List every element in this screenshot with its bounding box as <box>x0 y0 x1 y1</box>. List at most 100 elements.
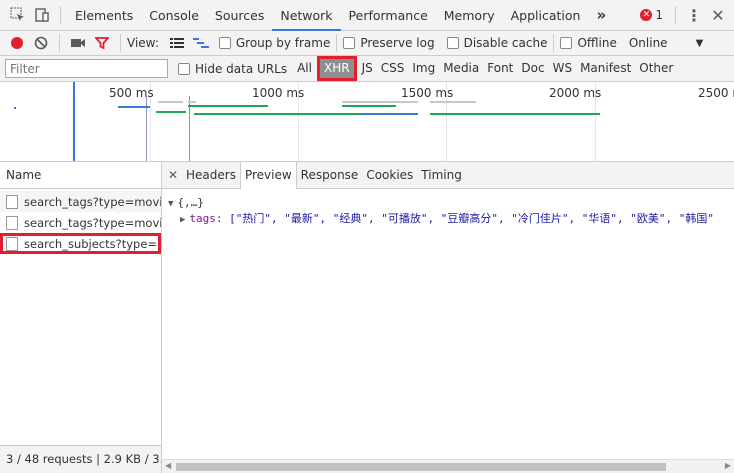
scroll-right-icon[interactable]: ▶ <box>725 461 731 470</box>
scroll-left-icon[interactable]: ◀ <box>165 461 171 470</box>
request-bar <box>188 101 196 103</box>
group-by-frame-checkbox[interactable]: Group by frame <box>218 36 330 50</box>
checkbox[interactable] <box>343 37 356 49</box>
tick-label: 1000 ms <box>252 86 305 100</box>
tab-headers[interactable]: Headers <box>182 162 240 189</box>
filter-bar: Hide data URLs All XHR JS CSS Img Media … <box>0 56 734 82</box>
error-count: 1 <box>655 8 663 22</box>
view-label: View: <box>127 36 159 50</box>
tab-performance[interactable]: Performance <box>341 0 436 31</box>
tab-preview[interactable]: Preview <box>239 161 297 189</box>
request-bar <box>342 105 396 107</box>
filter-type-all[interactable]: All <box>293 59 316 78</box>
waterfall-overview-icon[interactable] <box>189 31 213 55</box>
clear-icon[interactable] <box>29 31 53 55</box>
tick-label: 2000 ms <box>549 86 602 100</box>
request-row[interactable]: search_tags?type=movi... <box>0 191 161 212</box>
large-rows-icon[interactable] <box>165 31 189 55</box>
json-property[interactable]: ▶ tags: ["热门", "最新", "经典", "可播放", "豆瓣高分",… <box>168 211 734 227</box>
inspect-element-icon[interactable] <box>6 3 30 27</box>
request-list: Name search_tags?type=movi... search_tag… <box>0 162 162 473</box>
checkbox[interactable] <box>446 37 459 49</box>
filter-type-other[interactable]: Other <box>635 59 677 78</box>
collapsed-triangle-icon[interactable]: ▶ <box>180 215 185 225</box>
disable-cache-checkbox[interactable]: Disable cache <box>446 36 547 50</box>
more-tabs-button[interactable]: » <box>588 0 614 31</box>
tab-application[interactable]: Application <box>503 0 589 31</box>
name-column-header[interactable]: Name <box>0 162 161 189</box>
file-icon <box>6 194 18 209</box>
file-icon <box>6 215 18 230</box>
close-detail-icon[interactable]: ✕ <box>164 163 182 187</box>
network-toolbar: View: Group by frame Preserve log Disabl… <box>0 31 734 56</box>
request-bar <box>362 113 418 115</box>
filter-type-doc[interactable]: Doc <box>517 59 548 78</box>
horizontal-scrollbar[interactable]: ◀ ▶ <box>162 459 734 473</box>
request-bar <box>158 101 183 103</box>
json-root[interactable]: ▼ {,…} <box>168 195 734 211</box>
request-row-selected[interactable]: search_subjects?type=... <box>0 233 161 254</box>
request-bar <box>342 101 418 103</box>
tab-elements[interactable]: Elements <box>67 0 141 31</box>
devtools-tabbar: Elements Console Sources Network Perform… <box>0 0 734 31</box>
checkbox[interactable] <box>218 37 231 49</box>
filter-type-css[interactable]: CSS <box>377 59 409 78</box>
request-bar <box>188 105 268 107</box>
request-bar <box>14 107 16 109</box>
tab-memory[interactable]: Memory <box>436 0 503 31</box>
throttling-select[interactable]: Online ▼ <box>629 36 703 50</box>
detail-tabbar: ✕ Headers Preview Response Cookies Timin… <box>162 161 734 189</box>
request-bar <box>430 113 600 115</box>
timeline-overview[interactable]: 500 ms 1000 ms 1500 ms 2000 ms 2500 r <box>0 82 734 162</box>
divider <box>120 34 121 52</box>
status-summary: 3 / 48 requests | 2.9 KB / 3... <box>0 445 161 473</box>
divider <box>59 34 60 52</box>
filter-type-font[interactable]: Font <box>483 59 517 78</box>
tab-timing[interactable]: Timing <box>417 162 466 189</box>
tab-console[interactable]: Console <box>141 0 207 31</box>
chevron-down-icon: ▼ <box>695 37 704 49</box>
tab-cookies[interactable]: Cookies <box>362 162 417 189</box>
offline-checkbox[interactable]: Offline <box>560 36 617 50</box>
expanded-triangle-icon[interactable]: ▼ <box>168 199 173 209</box>
error-counter[interactable]: ✕ 1 <box>640 8 663 22</box>
filter-type-xhr[interactable]: XHR <box>317 56 357 81</box>
error-icon: ✕ <box>640 9 653 21</box>
filter-input[interactable] <box>5 59 168 78</box>
hide-data-urls-checkbox[interactable]: Hide data URLs <box>178 62 287 76</box>
filter-type-manifest[interactable]: Manifest <box>576 59 635 78</box>
request-row[interactable]: search_tags?type=movi... <box>0 212 161 233</box>
filter-type-media[interactable]: Media <box>439 59 483 78</box>
record-icon[interactable] <box>5 31 29 55</box>
tab-response[interactable]: Response <box>297 162 363 189</box>
request-bar <box>156 111 186 113</box>
request-detail-pane: ✕ Headers Preview Response Cookies Timin… <box>162 161 734 473</box>
preserve-log-checkbox[interactable]: Preserve log <box>343 36 435 50</box>
close-devtools-icon[interactable]: ✕ <box>706 3 730 27</box>
request-name: search_subjects?type=... <box>24 236 161 251</box>
filter-type-js[interactable]: JS <box>358 59 377 78</box>
tick-label: 1500 ms <box>401 86 454 100</box>
colon: : <box>215 212 230 225</box>
device-toolbar-icon[interactable] <box>30 3 54 27</box>
request-bar <box>430 101 476 103</box>
dom-content-loaded-marker <box>73 82 75 161</box>
json-key: tags <box>189 212 216 225</box>
screenshot-camera-icon[interactable] <box>66 31 90 55</box>
filter-type-ws[interactable]: WS <box>549 59 576 78</box>
tab-sources[interactable]: Sources <box>207 0 272 31</box>
checkbox[interactable] <box>178 62 190 75</box>
tab-network[interactable]: Network <box>272 0 341 31</box>
divider <box>336 34 338 52</box>
scrollbar-thumb[interactable] <box>176 463 666 471</box>
tick-label: 2500 r <box>698 86 734 100</box>
filter-type-img[interactable]: Img <box>408 59 439 78</box>
checkbox[interactable] <box>560 37 573 49</box>
request-name: search_tags?type=movi... <box>24 215 161 230</box>
request-bar <box>118 106 150 108</box>
divider <box>60 6 61 24</box>
divider <box>675 6 676 24</box>
json-value: ["热门", "最新", "经典", "可播放", "豆瓣高分", "冷门佳片"… <box>229 212 714 225</box>
customize-menu-icon[interactable]: ⋮ <box>682 3 706 27</box>
filter-funnel-icon[interactable] <box>90 31 114 55</box>
